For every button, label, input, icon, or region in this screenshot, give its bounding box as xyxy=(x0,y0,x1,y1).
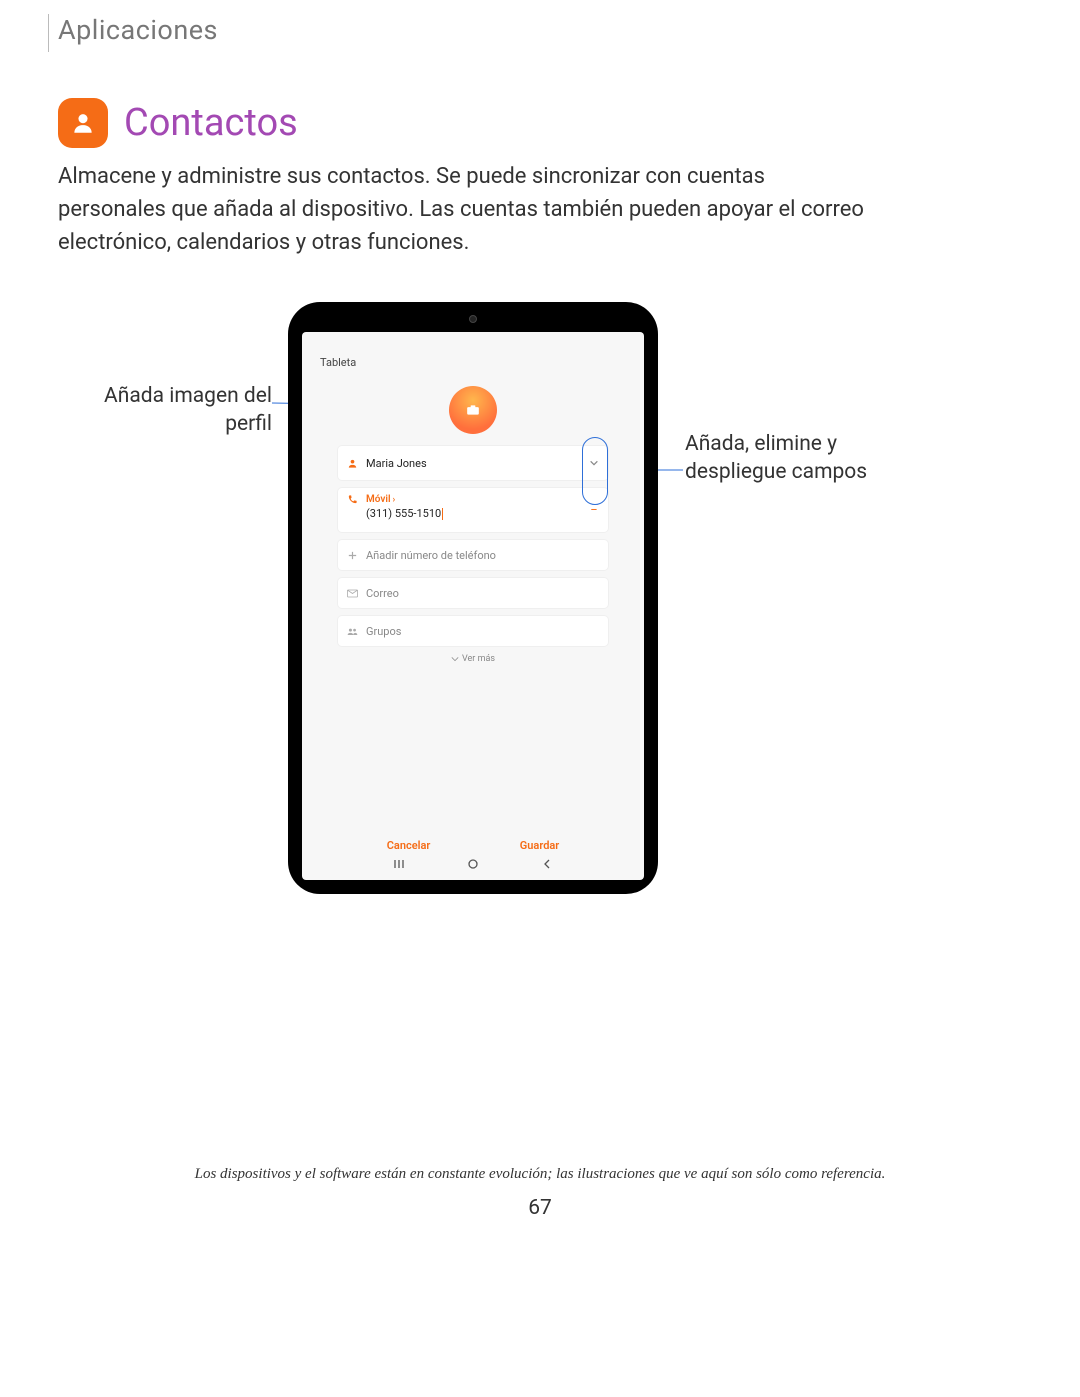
name-value: Maria Jones xyxy=(366,457,608,470)
chevron-down-icon xyxy=(451,656,459,662)
screen: Tableta Maria Jones xyxy=(302,332,644,880)
header-rule xyxy=(48,14,49,52)
add-phone-field[interactable]: Añadir número de teléfono xyxy=(338,540,608,570)
callout-oval xyxy=(582,437,608,505)
camera-icon xyxy=(466,404,480,416)
footnote: Los dispositivos y el software están en … xyxy=(0,1166,1080,1183)
email-icon xyxy=(338,588,366,599)
phone-icon xyxy=(338,494,366,505)
tablet-mockup: Tableta Maria Jones xyxy=(288,302,658,894)
callout-profile-image: Añada imagen del perfil xyxy=(86,382,272,439)
groups-field[interactable]: Grupos xyxy=(338,616,608,646)
phone-type-label[interactable]: Móvil xyxy=(366,494,391,505)
groups-icon xyxy=(338,626,366,637)
callout-fields: Añada, elimine y despliegue campos xyxy=(685,430,885,487)
cancel-button[interactable]: Cancelar xyxy=(387,839,431,852)
phone-field[interactable]: Móvil › (311) 555-1510 − xyxy=(338,488,608,532)
camera-dot xyxy=(469,315,477,323)
nav-back-icon[interactable] xyxy=(541,855,553,874)
ver-mas-button[interactable]: Ver más xyxy=(338,654,608,664)
account-label: Tableta xyxy=(320,356,356,369)
page-title: Contactos xyxy=(124,101,298,145)
nav-home-icon[interactable] xyxy=(467,855,479,874)
name-field[interactable]: Maria Jones xyxy=(338,446,608,480)
remove-field-button[interactable]: − xyxy=(588,504,600,516)
nav-recent-icon[interactable] xyxy=(393,855,405,874)
plus-icon xyxy=(338,550,366,561)
chevron-right-icon: › xyxy=(393,495,396,505)
page-number: 67 xyxy=(0,1196,1080,1220)
email-field[interactable]: Correo xyxy=(338,578,608,608)
text-cursor xyxy=(442,508,443,520)
title-row: Contactos xyxy=(58,98,298,148)
person-icon xyxy=(338,458,366,469)
save-button[interactable]: Guardar xyxy=(520,839,559,852)
description-text: Almacene y administre sus contactos. Se … xyxy=(58,160,868,259)
add-profile-image-button[interactable] xyxy=(449,386,497,434)
phone-number-value: (311) 555-1510 xyxy=(366,507,441,520)
nav-bar xyxy=(302,855,644,874)
contacts-icon xyxy=(58,98,108,148)
bottom-actions: Cancelar Guardar xyxy=(302,839,644,852)
breadcrumb: Aplicaciones xyxy=(58,14,218,46)
groups-label: Grupos xyxy=(366,625,608,638)
add-phone-label: Añadir número de teléfono xyxy=(366,549,608,562)
email-label: Correo xyxy=(366,587,608,600)
